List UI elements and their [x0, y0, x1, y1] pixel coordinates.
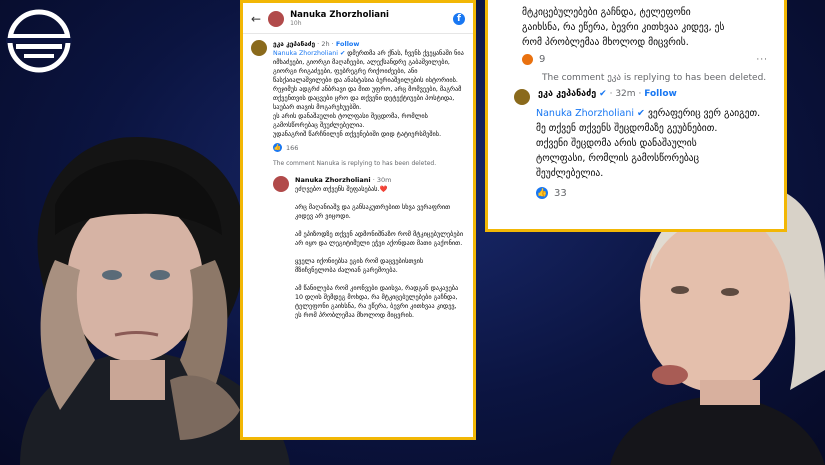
comment-author[interactable]: ეკა კეპანაძე [273, 40, 315, 48]
reply-text-continued: მტკიცებულებები გაჩნდა, ტელეფონი გაიხსნა,… [522, 7, 725, 48]
follow-button[interactable]: Follow [644, 89, 677, 99]
follow-button[interactable]: Follow [336, 40, 360, 48]
back-arrow-icon[interactable]: ← [251, 12, 261, 26]
post-author[interactable]: Nanuka Zhorzholiani [290, 10, 389, 20]
comment-reactions[interactable]: 9 ··· [488, 50, 784, 65]
avatar[interactable] [268, 10, 285, 27]
reaction-count: 9 [539, 54, 546, 65]
post-header: ← Nanuka Zhorzholiani 10h f [243, 3, 473, 34]
comment-likes[interactable]: 👍 33 [488, 181, 784, 199]
deleted-comment-note: The comment Nanuka is replying to has be… [273, 160, 437, 167]
angry-reaction-icon [522, 54, 533, 65]
reply-time: 30m [376, 176, 392, 184]
channel-logo [6, 9, 72, 73]
avatar[interactable] [251, 40, 267, 56]
comment-reactions[interactable]: 👍 166 [243, 141, 473, 154]
comment: ეკა კეპანაძე ✔ · 32m · Follow [488, 87, 784, 105]
comment-time: 2h [321, 40, 330, 48]
avatar[interactable] [273, 176, 289, 192]
deleted-comment-note: The comment ეკა is replying to has been … [542, 73, 767, 83]
like-count: 166 [286, 143, 299, 152]
like-icon: 👍 [273, 143, 282, 152]
comment-author[interactable]: ეკა კეპანაძე [538, 89, 596, 99]
reply-text: ეძღვებო თქვენს შეფასებას.❤️ არც მაღანიაშ… [295, 186, 464, 319]
mention-link[interactable]: Nanuka Zhorzholiani [273, 50, 338, 57]
comment-text: Nanuka Zhorzholiani ✔ ვერაფერიც ვერ გაიგ… [536, 108, 761, 179]
mention-link[interactable]: Nanuka Zhorzholiani [536, 108, 634, 119]
avatar[interactable] [514, 89, 530, 105]
verified-icon: ✔ [637, 108, 645, 119]
reply: Nanuka Zhorzholiani · 30m ეძღვებო თქვენს… [243, 170, 473, 322]
verified-icon: ✔ [599, 89, 607, 99]
facebook-icon: f [453, 12, 465, 25]
reply-author[interactable]: Nanuka Zhorzholiani [295, 176, 371, 184]
more-options-icon[interactable]: ··· [756, 55, 768, 65]
comment: ეკა კეპანაძე · 2h · Follow Nanuka Zhorzh… [243, 34, 473, 141]
like-count: 33 [554, 187, 567, 199]
comment-text: Nanuka Zhorzholiani ✔ დმერთმა არ ქნას, ჩ… [273, 50, 464, 138]
facebook-post-screenshot-left: ← Nanuka Zhorzholiani 10h f ეკა კეპანაძე… [240, 0, 476, 440]
facebook-post-screenshot-right: მტკიცებულებები გაჩნდა, ტელეფონი გაიხსნა,… [485, 0, 787, 232]
like-icon: 👍 [536, 187, 548, 199]
comment-time: 32m [615, 89, 636, 99]
post-time: 10h [290, 20, 302, 27]
